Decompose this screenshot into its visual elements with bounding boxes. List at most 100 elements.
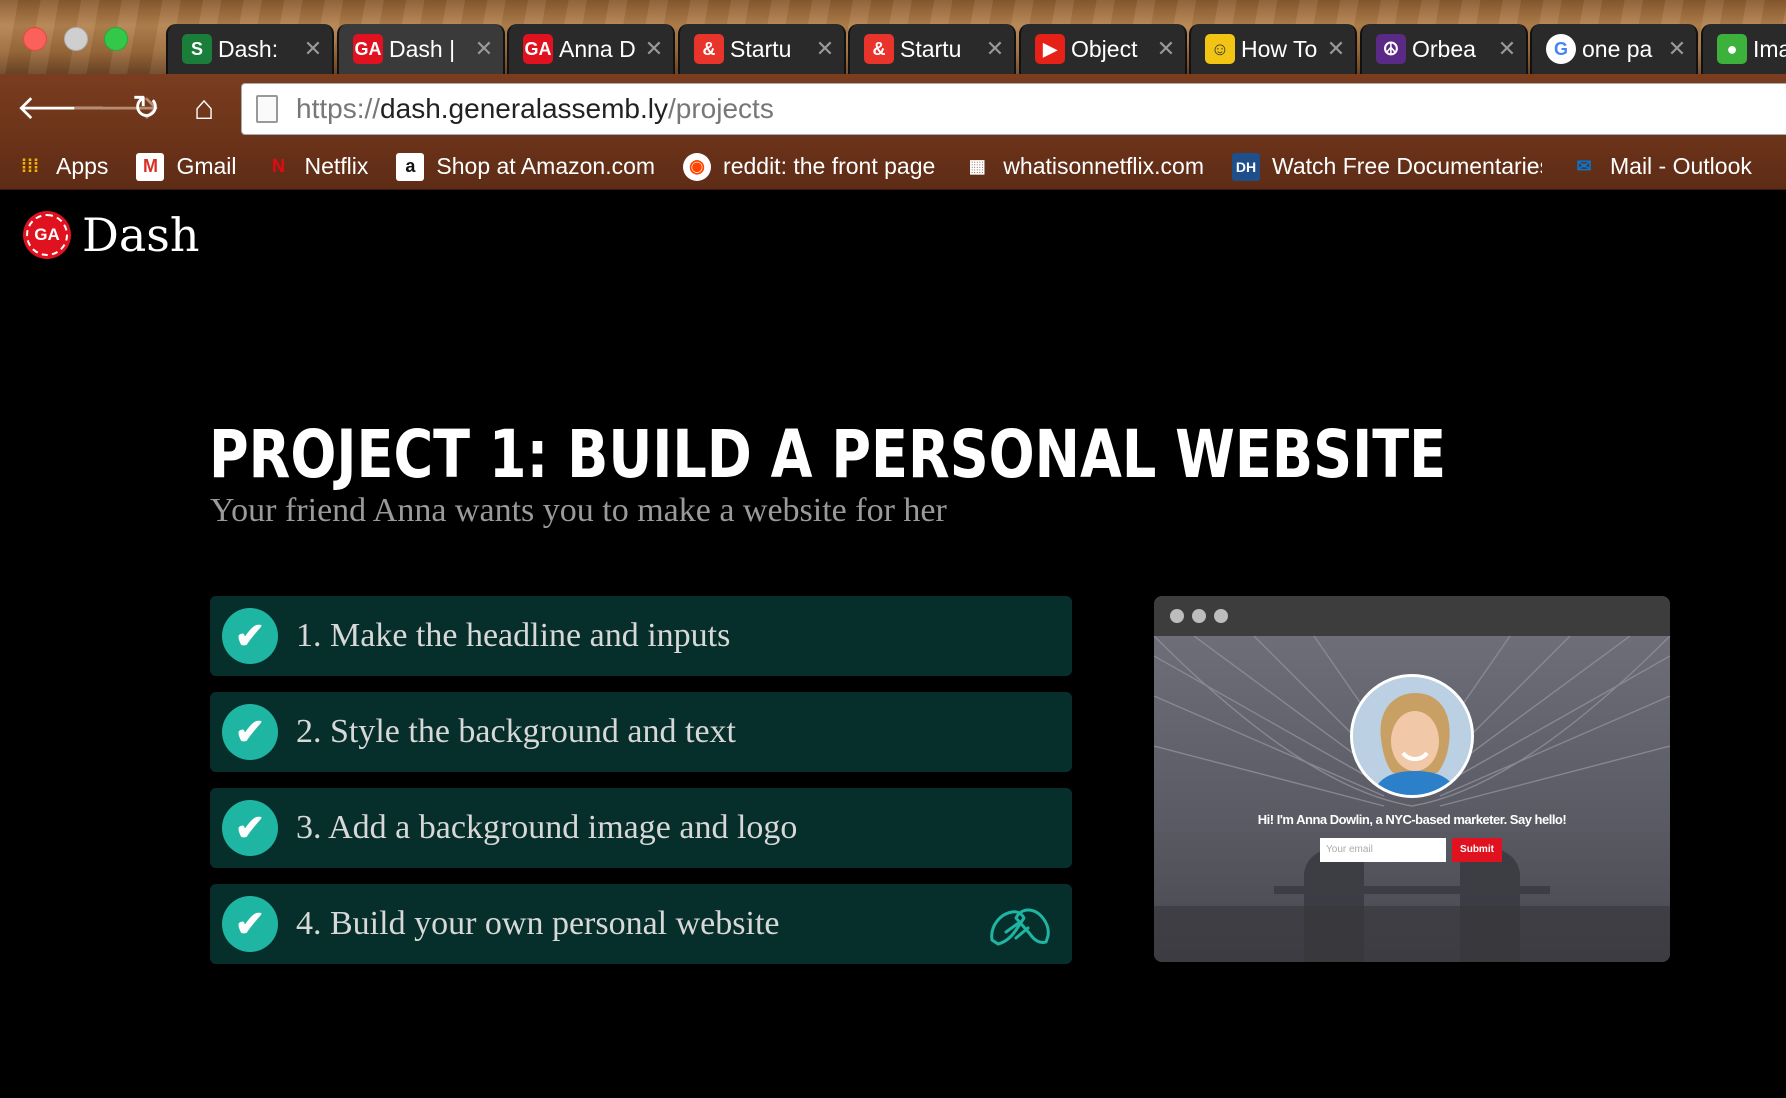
project-subtitle: Your friend Anna wants you to make a web… <box>210 492 947 529</box>
close-tab-icon[interactable]: ✕ <box>471 36 497 62</box>
bookmark-item[interactable]: ⁞⁞⁞ Apps <box>16 153 108 181</box>
project-title: PROJECT 1: BUILD A PERSONAL WEBSITE <box>209 416 1447 493</box>
browser-tab[interactable]: ●Ima✕ <box>1700 24 1786 74</box>
bookmark-label: Watch Free Documentaries <box>1272 153 1542 179</box>
bookmark-label: Shop at Amazon.com <box>436 153 656 179</box>
browser-tab[interactable]: GA Anna D ✕ <box>507 24 675 74</box>
ga-logo-icon: GA <box>26 214 68 256</box>
preview-window-bar <box>1154 596 1670 636</box>
youtube-favicon-icon: ▶ <box>1034 34 1065 64</box>
browser-tab[interactable]: Gone pa ✕ <box>1530 24 1698 74</box>
preview-body: Hi! I'm Anna Dowlin, a NYC-based markete… <box>1154 636 1670 962</box>
step-label: 4. Build your own personal website <box>296 905 780 942</box>
browser-tab[interactable]: & Startu ✕ <box>677 24 846 74</box>
close-tab-icon[interactable]: ✕ <box>982 36 1008 62</box>
close-tab-icon[interactable]: ✕ <box>812 36 838 62</box>
reddit-icon: ◉ <box>683 152 712 181</box>
bookmark-item[interactable]: N Netflix <box>265 153 369 181</box>
tab-strip: S Dash: ✕ GA Dash | ✕ GA Anna D ✕ & Startu ✕ & Startu… <box>0 0 1786 74</box>
close-tab-icon[interactable]: ✕ <box>1664 36 1690 62</box>
close-tab-icon[interactable]: ✕ <box>1323 36 1349 62</box>
tab-title: Startu <box>900 35 962 62</box>
s-favicon-icon: S <box>182 34 212 64</box>
browser-tab[interactable]: ▶ Object ✕ <box>1018 24 1187 74</box>
step-label: 3. Add a background image and logo <box>296 809 798 846</box>
address-bar[interactable]: https://dash.generalassemb.ly/projects <box>241 83 1786 135</box>
tab-title: Object <box>1070 35 1137 62</box>
back-arrow-icon[interactable]: 🡐 <box>16 88 107 128</box>
ampersand-favicon-icon: & <box>864 34 894 64</box>
step-item[interactable]: ✔ 1. Make the headline and inputs <box>210 596 1072 676</box>
tab-title: Orbea <box>1411 35 1476 62</box>
google-favicon-icon: G <box>1546 34 1576 64</box>
film-icon: ▦ <box>968 156 986 176</box>
tab-title: Anna D <box>559 35 636 62</box>
green-dot-favicon-icon: ● <box>1716 34 1747 64</box>
window-dot-icon <box>1170 609 1184 623</box>
tab-title: How To <box>1241 35 1318 62</box>
close-tab-icon[interactable]: ✕ <box>1494 36 1520 62</box>
netflix-icon: N <box>272 156 285 176</box>
tab-title: Dash: <box>218 35 279 62</box>
forward-arrow-icon[interactable]: 🡒 <box>70 88 161 128</box>
step-label: 1. Make the headline and inputs <box>296 617 731 654</box>
window-dot-icon <box>1214 609 1228 623</box>
dh-icon: DH <box>1232 152 1260 181</box>
ga-favicon-icon: GA <box>523 34 553 64</box>
bookmarks-bar: ⁞⁞⁞ Apps M Gmail N Netflix a Shop at Amazon.com… <box>0 144 1786 190</box>
bookmark-item[interactable]: M Gmail <box>136 152 237 181</box>
url-scheme: https:// <box>296 93 381 124</box>
browser-tab[interactable]: & Startu ✕ <box>848 24 1016 74</box>
bookmark-label: reddit: the front page <box>723 153 936 179</box>
gmail-icon: M <box>136 152 165 181</box>
browser-tab[interactable]: GA Dash | ✕ <box>336 24 505 74</box>
home-icon[interactable]: ⌂ <box>184 88 224 128</box>
step-list: ✔ 1. Make the headline and inputs ✔ 2. S… <box>210 596 1072 980</box>
close-tab-icon[interactable]: ✕ <box>300 36 326 62</box>
browser-tab[interactable]: ☺ How To ✕ <box>1189 24 1357 74</box>
bookmark-label: Netflix <box>304 153 369 179</box>
browser-tab[interactable]: S Dash: ✕ <box>166 24 334 74</box>
url-host: dash.generalassemb.ly <box>380 93 668 124</box>
check-circle-icon: ✔ <box>222 800 278 856</box>
bookmark-item[interactable]: ◉ reddit: the front page <box>683 152 936 181</box>
apps-grid-icon: ⁞⁞⁞ <box>21 156 39 176</box>
reload-icon[interactable]: ↻ <box>126 88 166 128</box>
ga-favicon-icon: GA <box>352 34 383 64</box>
smiley-favicon-icon: ☺ <box>1205 34 1235 64</box>
bookmark-item[interactable]: DH Watch Free Documentaries <box>1232 152 1542 181</box>
preview-email-input: Your email <box>1320 838 1446 862</box>
brand-name: Dash <box>82 208 200 262</box>
preview-caption: Hi! I'm Anna Dowlin, a NYC-based markete… <box>1257 812 1567 827</box>
zoom-window-button[interactable] <box>104 27 128 51</box>
bookmark-label: whatisonnetflix.com <box>1003 153 1204 179</box>
browser-tab[interactable]: ☮ Orbea ✕ <box>1359 24 1528 74</box>
brand[interactable]: GA Dash <box>26 208 200 262</box>
tab-title: Dash | <box>388 35 455 62</box>
bookmark-item[interactable]: ▦ whatisonnetflix.com <box>963 153 1204 181</box>
website-preview: Hi! I'm Anna Dowlin, a NYC-based markete… <box>1154 596 1670 962</box>
bookmark-item[interactable]: ✉ Mail - Outlook <box>1570 153 1751 181</box>
step-label: 2. Style the background and text <box>296 713 737 750</box>
ampersand-favicon-icon: & <box>693 34 724 64</box>
check-circle-icon: ✔ <box>222 608 278 664</box>
tab-title: Startu <box>729 35 791 62</box>
url-path: /projects <box>668 93 774 124</box>
close-tab-icon[interactable]: ✕ <box>641 36 667 62</box>
preview-submit-button: Submit <box>1452 838 1502 862</box>
bookmark-item[interactable]: a Shop at Amazon.com <box>396 152 656 181</box>
bookmark-label: Apps <box>56 153 109 179</box>
bookmark-label: Gmail <box>176 153 237 179</box>
step-item[interactable]: ✔ 3. Add a background image and logo <box>210 788 1072 868</box>
step-item[interactable]: ✔ 2. Style the background and text <box>210 692 1072 772</box>
step-item[interactable]: ✔ 4. Build your own personal website <box>210 884 1072 964</box>
close-window-button[interactable] <box>23 27 47 51</box>
amazon-icon: a <box>396 152 425 181</box>
check-circle-icon: ✔ <box>222 896 278 952</box>
mail-icon: ✉ <box>1576 156 1592 176</box>
hands-icon <box>990 908 1050 946</box>
minimize-window-button[interactable] <box>64 27 88 51</box>
peace-favicon-icon: ☮ <box>1375 34 1406 64</box>
close-tab-icon[interactable]: ✕ <box>1153 36 1179 62</box>
tab-title: one pa <box>1582 35 1653 62</box>
